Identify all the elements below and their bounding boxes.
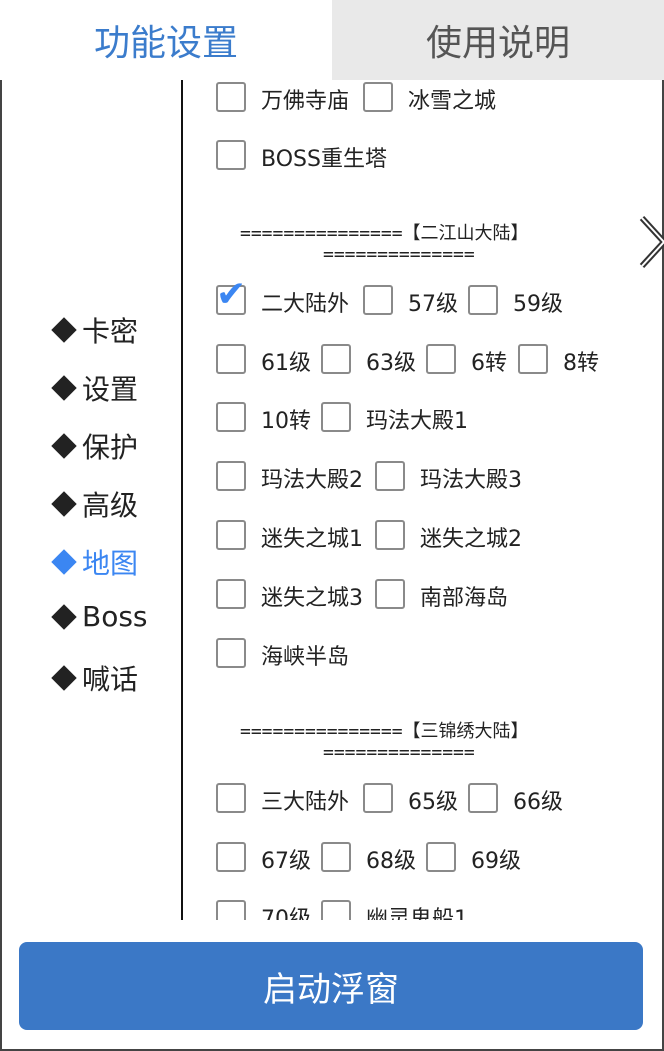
checkbox-level-70[interactable]	[216, 900, 246, 920]
sidebar-item-map[interactable]: 地图	[51, 542, 139, 582]
sidebar-item-advanced[interactable]: 高级	[51, 484, 139, 524]
sidebar-item-boss[interactable]: Boss	[51, 600, 148, 633]
tab-usage-instructions[interactable]: 使用说明	[332, 0, 664, 80]
checkbox-label: 万佛寺庙	[261, 89, 350, 114]
checkbox-label: 63级	[366, 351, 416, 376]
section-header-jiangshan: ===============【二江山大陆】	[240, 223, 529, 244]
checkbox-strait-peninsula[interactable]	[216, 638, 246, 668]
checkbox-rebirth-8[interactable]	[518, 344, 548, 374]
checkbox-label: 8转	[563, 351, 599, 376]
diamond-icon	[51, 665, 77, 691]
checkbox-ghost-ship-1[interactable]	[321, 900, 351, 920]
checkbox-label: BOSS重生塔	[261, 147, 387, 172]
checkbox-label: 6转	[471, 351, 507, 376]
checkbox-label: 海峡半岛	[261, 645, 350, 670]
checkbox-label: 66级	[513, 790, 563, 815]
checkbox-label: 61级	[261, 351, 311, 376]
sidebar-item-settings[interactable]: 设置	[51, 368, 139, 408]
checkbox-label: 65级	[408, 790, 458, 815]
checkbox-label: 玛法大殿2	[261, 468, 363, 493]
checkbox-label: 三大陆外	[261, 790, 350, 815]
sidebar-item-shout[interactable]: 喊话	[51, 658, 139, 698]
checkbox-mafa-hall-1[interactable]	[321, 402, 351, 432]
checkbox-label: 57级	[408, 292, 458, 317]
checkbox-level-63[interactable]	[321, 344, 351, 374]
checkbox-label: 迷失之城3	[261, 586, 363, 611]
diamond-icon	[51, 491, 77, 517]
checkbox-label: 67级	[261, 849, 311, 874]
checkbox-level-67[interactable]	[216, 842, 246, 872]
close-icon[interactable]	[638, 212, 664, 272]
diamond-icon	[51, 317, 77, 343]
checkbox-label: 迷失之城2	[420, 527, 522, 552]
checkmark-icon: ✔	[216, 274, 247, 315]
checkbox-rebirth-6[interactable]	[426, 344, 456, 374]
tab-function-settings[interactable]: 功能设置	[0, 0, 332, 80]
checkbox-level-59[interactable]	[468, 285, 498, 315]
checkbox-wanfo-temple[interactable]	[216, 82, 246, 112]
checkbox-mafa-hall-3[interactable]	[375, 461, 405, 491]
checkbox-level-57[interactable]	[363, 285, 393, 315]
checkbox-label: 二大陆外	[261, 292, 350, 317]
diamond-icon	[51, 603, 77, 630]
checkbox-mafa-hall-2[interactable]	[216, 461, 246, 491]
checkbox-label: 玛法大殿3	[420, 468, 522, 493]
checkbox-level-68[interactable]	[321, 842, 351, 872]
diamond-icon	[51, 433, 77, 459]
sidebar-item-label: 设置	[82, 373, 139, 406]
sidebar-item-label: Boss	[82, 600, 148, 633]
sidebar-item-label: 卡密	[82, 315, 139, 348]
sidebar-item-label: 保护	[82, 431, 139, 464]
map-option-list[interactable]: 万佛寺庙 冰雪之城 BOSS重生塔 ===============【二江山大陆】…	[183, 80, 664, 920]
sidebar-item-label: 地图	[82, 547, 139, 580]
sidebar-item-label: 高级	[82, 489, 139, 522]
checkbox-second-continent-outer[interactable]: ✔	[216, 277, 246, 315]
start-floating-window-button[interactable]: 启动浮窗	[19, 942, 643, 1030]
section-header-line: ==============	[323, 244, 475, 265]
tab-bar: 功能设置 使用说明	[0, 0, 664, 80]
checkbox-lost-city-2[interactable]	[375, 520, 405, 550]
checkbox-label: 69级	[471, 849, 521, 874]
checkbox-label: 迷失之城1	[261, 527, 363, 552]
sidebar-item-protection[interactable]: 保护	[51, 426, 139, 466]
checkbox-level-61[interactable]	[216, 344, 246, 374]
checkbox-label: 59级	[513, 292, 563, 317]
checkbox-label: 玛法大殿1	[366, 409, 468, 434]
checkbox-third-continent-outer[interactable]	[216, 783, 246, 813]
checkbox-level-69[interactable]	[426, 842, 456, 872]
sidebar-item-card-key[interactable]: 卡密	[51, 310, 139, 350]
checkbox-southern-island[interactable]	[375, 579, 405, 609]
checkbox-lost-city-3[interactable]	[216, 579, 246, 609]
checkbox-label: 70级	[261, 907, 311, 920]
checkbox-rebirth-10[interactable]	[216, 402, 246, 432]
checkbox-label: 10转	[261, 409, 311, 434]
section-header-line: ==============	[323, 742, 475, 763]
section-header-jinxiu: ===============【三锦绣大陆】	[240, 721, 529, 742]
checkbox-lost-city-1[interactable]	[216, 520, 246, 550]
checkbox-label: 冰雪之城	[408, 89, 497, 114]
diamond-icon	[51, 549, 77, 575]
checkbox-level-66[interactable]	[468, 783, 498, 813]
checkbox-label: 68级	[366, 849, 416, 874]
diamond-icon	[51, 375, 77, 401]
checkbox-boss-tower[interactable]	[216, 140, 246, 170]
sidebar-item-label: 喊话	[82, 663, 139, 696]
checkbox-level-65[interactable]	[363, 783, 393, 813]
checkbox-label: 幽灵鬼船1	[366, 907, 468, 920]
checkbox-ice-city[interactable]	[363, 82, 393, 112]
checkbox-label: 南部海岛	[420, 586, 509, 611]
